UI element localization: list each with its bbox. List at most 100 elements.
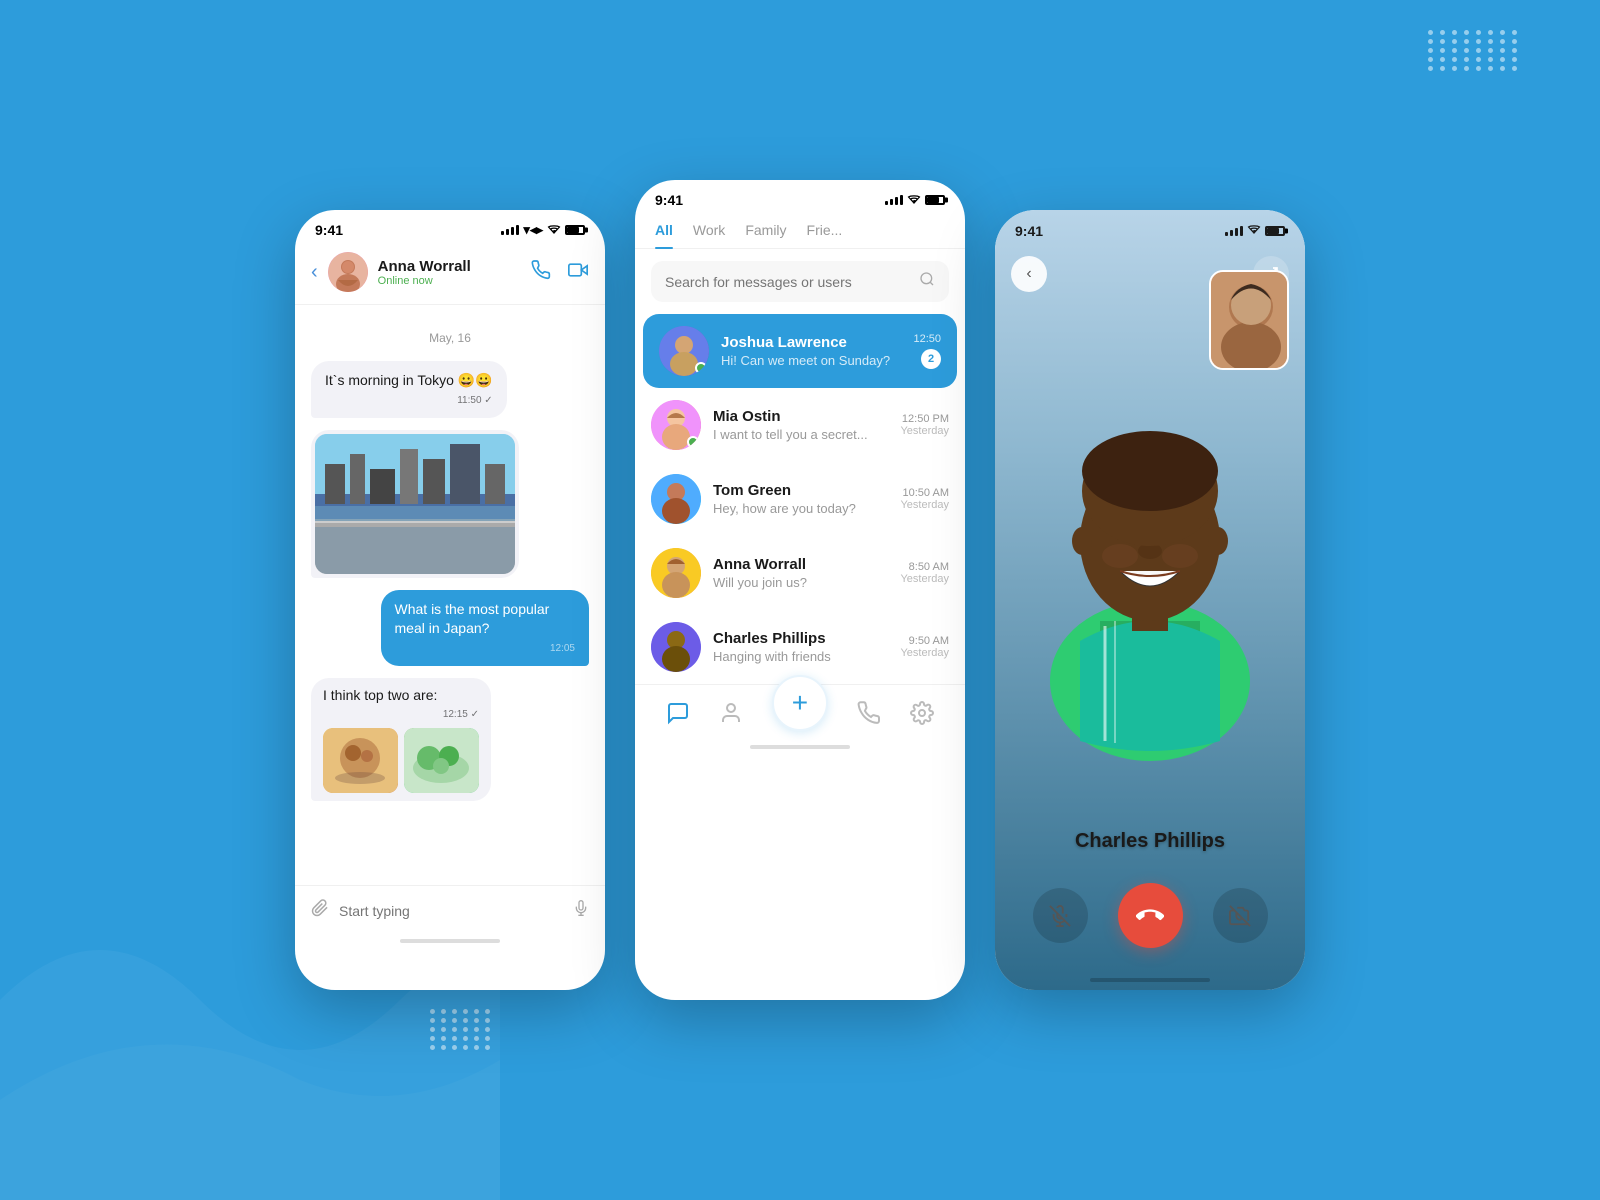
contact-preview-charles: Hanging with friends (713, 649, 888, 664)
caller-name: Charles Phillips (995, 820, 1305, 873)
message-2-img (311, 430, 589, 578)
wifi-icon-left: ▾◂▸ (523, 222, 543, 238)
avatar-charles (651, 622, 701, 672)
nav-settings[interactable] (910, 701, 934, 725)
status-bar-center: 9:41 (635, 180, 965, 214)
tab-family[interactable]: Family (745, 222, 786, 248)
nav-calls[interactable] (857, 701, 881, 725)
contact-meta-anna: 8:50 AM Yesterday (900, 561, 949, 585)
main-caller-video (995, 302, 1305, 820)
battery-right (1265, 226, 1285, 236)
contact-info-charles: Charles Phillips Hanging with friends (713, 630, 888, 664)
contact-time-tom: 10:50 AM (900, 487, 949, 499)
fab-label: + (792, 689, 808, 717)
battery-center (925, 195, 945, 205)
status-icons-left: ▾◂▸ (501, 222, 585, 238)
contact-info-anna: Anna Worrall Will you join us? (713, 556, 888, 590)
end-call-button[interactable] (1118, 883, 1183, 948)
contact-time-mia: 12:50 PM (900, 413, 949, 425)
online-dot-joshua (695, 362, 707, 374)
decorative-dots-top: for(let i=0;i<40;i++) document.currentSc… (1428, 30, 1520, 71)
tab-all[interactable]: All (655, 222, 673, 248)
call-screen: 9:41 ‹ (995, 210, 1305, 990)
nav-messages[interactable] (666, 701, 690, 725)
status-bar-left: 9:41 ▾◂▸ (295, 210, 605, 244)
call-controls (995, 873, 1305, 978)
home-indicator-right (1090, 978, 1210, 982)
contact-preview-mia: I want to tell you a secret... (713, 427, 888, 442)
msg-text-3: What is the most popular meal in Japan? (395, 601, 550, 637)
contact-item-anna[interactable]: Anna Worrall Will you join us? 8:50 AM Y… (635, 536, 965, 610)
home-indicator-center (750, 745, 850, 749)
msg-time-3: 12:05 (395, 642, 576, 656)
phone-call: 9:41 ‹ (995, 210, 1305, 990)
contact-time-joshua: 12:50 (913, 333, 941, 345)
wifi-center (907, 193, 921, 208)
message-3: What is the most popular meal in Japan? … (311, 590, 589, 666)
online-status: Online now (378, 275, 531, 287)
attach-button[interactable] (311, 899, 329, 922)
time-center: 9:41 (655, 192, 683, 208)
unread-badge-joshua: 2 (921, 349, 941, 369)
contact-preview-tom: Hey, how are you today? (713, 501, 888, 516)
avatar-anna (651, 548, 701, 598)
signal-left (501, 225, 519, 235)
contact-name-anna: Anna Worrall (713, 556, 888, 573)
mute-button[interactable] (1033, 888, 1088, 943)
contact-name-joshua: Joshua Lawrence (721, 334, 901, 351)
chat-avatar (328, 252, 368, 292)
header-actions (531, 260, 589, 285)
tab-friends[interactable]: Frie... (807, 222, 843, 248)
online-dot-mia (687, 436, 699, 448)
wifi-right (1247, 222, 1261, 240)
tokyo-image (315, 434, 515, 574)
mic-button[interactable] (573, 898, 589, 923)
msg-time-1: 11:50 ✓ (325, 394, 493, 408)
contact-item-mia[interactable]: Mia Ostin I want to tell you a secret...… (635, 388, 965, 462)
contact-time2-mia: Yesterday (900, 425, 949, 437)
tabs-row: All Work Family Frie... (635, 214, 965, 249)
avatar-joshua (659, 326, 709, 376)
date-divider: May, 16 (311, 331, 589, 345)
contact-meta-charles: 9:50 AM Yesterday (900, 635, 949, 659)
contact-info-mia: Mia Ostin I want to tell you a secret... (713, 408, 888, 442)
chat-user-info: Anna Worrall Online now (378, 258, 531, 287)
contact-list: Joshua Lawrence Hi! Can we meet on Sunda… (635, 314, 965, 684)
contact-item-charles[interactable]: Charles Phillips Hanging with friends 9:… (635, 610, 965, 684)
nav-contacts[interactable] (719, 701, 743, 725)
decorative-dots-bottom: for(let i=0;i<30;i++) document.currentSc… (430, 1009, 492, 1050)
contact-name-mia: Mia Ostin (713, 408, 888, 425)
wifi-left (547, 223, 561, 238)
contact-item-joshua[interactable]: Joshua Lawrence Hi! Can we meet on Sunda… (643, 314, 957, 388)
phones-container: 9:41 ▾◂▸ ‹ (295, 200, 1305, 1000)
contact-item-tom[interactable]: Tom Green Hey, how are you today? 10:50 … (635, 462, 965, 536)
battery-left (565, 225, 585, 235)
avatar-tom (651, 474, 701, 524)
search-input[interactable] (665, 274, 911, 290)
food-image-1 (323, 728, 398, 793)
video-button[interactable] (567, 260, 589, 285)
call-back-button[interactable]: ‹ (1011, 256, 1047, 292)
message-input[interactable] (339, 903, 563, 919)
contact-info-tom: Tom Green Hey, how are you today? (713, 482, 888, 516)
contact-name-tom: Tom Green (713, 482, 888, 499)
video-off-button[interactable] (1213, 888, 1268, 943)
signal-right (1225, 226, 1243, 236)
chat-user-name: Anna Worrall (378, 258, 531, 275)
contact-preview-anna: Will you join us? (713, 575, 888, 590)
msg-text-4: I think top two are: (323, 687, 437, 703)
status-bar-right: 9:41 (995, 210, 1305, 246)
call-button[interactable] (531, 260, 551, 285)
msg-time-4: 12:15 ✓ (323, 708, 479, 722)
phone-chat: 9:41 ▾◂▸ ‹ (295, 210, 605, 990)
home-indicator-left (400, 939, 500, 943)
back-button[interactable]: ‹ (311, 261, 318, 284)
bottom-nav: + (635, 684, 965, 741)
message-4: I think top two are: 12:15 ✓ (311, 678, 589, 802)
chat-input-bar (295, 885, 605, 935)
search-bar (651, 261, 949, 302)
tab-work[interactable]: Work (693, 222, 725, 248)
contact-meta-mia: 12:50 PM Yesterday (900, 413, 949, 437)
status-icons-right (1225, 222, 1285, 240)
fab-compose[interactable]: + (772, 675, 828, 731)
